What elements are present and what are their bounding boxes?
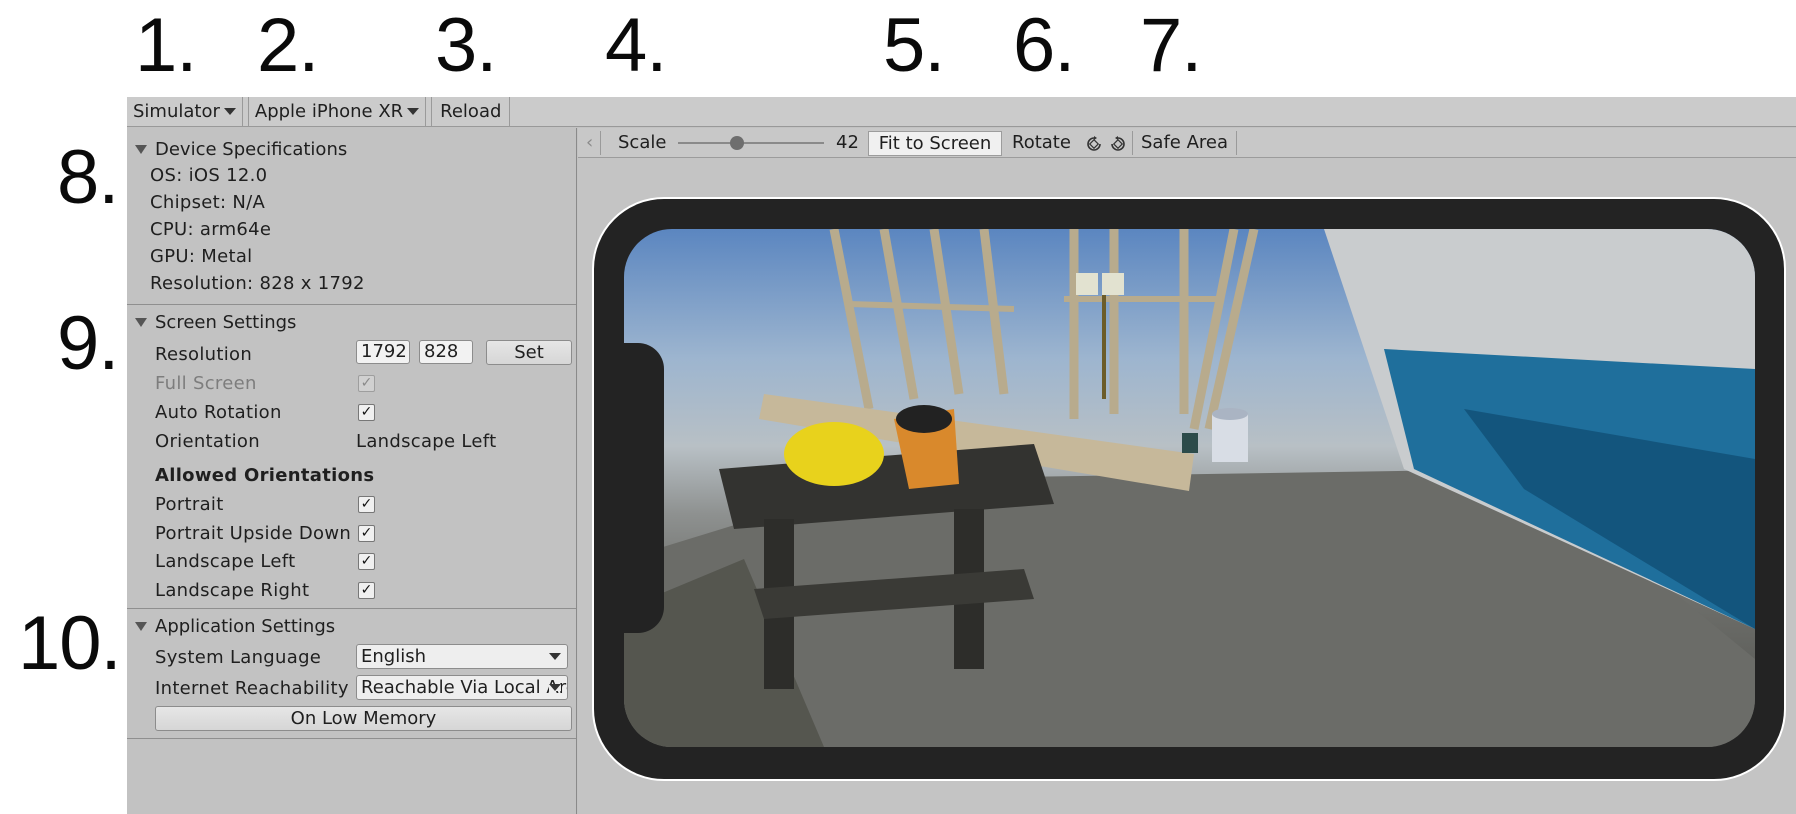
device-dropdown[interactable]: Apple iPhone XR — [247, 96, 427, 127]
resolution-height-field[interactable]: 828 — [419, 340, 473, 364]
simulator-toolbar: Simulator Apple iPhone XR Reload — [127, 96, 1796, 127]
orientation-value: Landscape Left — [356, 431, 497, 452]
on-low-memory-button[interactable]: On Low Memory — [155, 706, 572, 731]
scale-value: 42 — [836, 132, 859, 153]
spec-cpu: CPU: arm64e — [150, 219, 272, 240]
safe-area-toggle[interactable]: Safe Area — [1141, 128, 1228, 158]
application-settings-foldout[interactable]: Application Settings — [135, 616, 335, 637]
full-screen-checkbox: ✓ — [358, 375, 375, 392]
spec-os: OS: iOS 12.0 — [150, 165, 268, 186]
section-divider — [127, 738, 576, 739]
section-divider — [127, 608, 576, 609]
internet-reachability-label: Internet Reachability — [155, 678, 349, 699]
system-language-label: System Language — [155, 647, 322, 668]
portrait-label: Portrait — [155, 494, 224, 515]
auto-rotation-checkbox[interactable]: ✓ — [358, 404, 375, 421]
chevron-down-icon — [223, 108, 236, 115]
spec-gpu: GPU: Metal — [150, 246, 253, 267]
resolution-label: Resolution — [155, 344, 253, 365]
fit-to-screen-button[interactable]: Fit to Screen — [868, 131, 1002, 156]
allowed-orientations-label: Allowed Orientations — [155, 465, 375, 486]
game-scene-image — [624, 229, 1755, 747]
section-divider — [127, 304, 576, 305]
orientation-label: Orientation — [155, 431, 260, 452]
set-resolution-button[interactable]: Set — [486, 340, 572, 365]
reload-button[interactable]: Reload — [431, 96, 511, 127]
callout-8: 8. — [57, 135, 119, 220]
collapse-panel-icon[interactable]: ‹ — [586, 128, 593, 158]
internet-reachability-value: Reachable Via Local Area Network — [361, 677, 567, 698]
portrait-upside-down-checkbox[interactable]: ✓ — [358, 525, 375, 542]
reload-button-label: Reload — [440, 101, 502, 122]
internet-reachability-dropdown[interactable]: Reachable Via Local Area Network — [356, 675, 568, 700]
toolbar-divider — [1132, 131, 1133, 155]
viewport-toolbar: ‹ Scale 42 Fit to Screen Rotate Safe Are… — [578, 128, 1796, 158]
chevron-down-icon — [549, 653, 561, 660]
callout-4: 4. — [605, 3, 667, 88]
simulator-dropdown-label: Simulator — [133, 101, 220, 122]
rotate-right-icon[interactable] — [1109, 135, 1127, 153]
portrait-checkbox[interactable]: ✓ — [358, 496, 375, 513]
screen-settings-foldout[interactable]: Screen Settings — [135, 312, 296, 333]
screen-settings-header: Screen Settings — [155, 312, 297, 333]
settings-panel: Device Specifications OS: iOS 12.0 Chips… — [127, 128, 577, 814]
foldout-triangle-icon — [135, 145, 147, 154]
foldout-triangle-icon — [135, 622, 147, 631]
system-language-dropdown[interactable]: English — [356, 644, 568, 669]
scale-label: Scale — [618, 132, 667, 153]
scale-slider-track[interactable] — [678, 142, 824, 144]
rotate-label: Rotate — [1012, 132, 1071, 153]
game-view-screen[interactable] — [624, 229, 1755, 747]
callout-2: 2. — [257, 3, 319, 88]
spec-chipset: Chipset: N/A — [150, 192, 266, 213]
device-notch — [624, 343, 664, 633]
toolbar-divider — [1236, 131, 1237, 155]
device-simulator-window: Simulator Apple iPhone XR Reload Device … — [127, 96, 1796, 814]
foldout-triangle-icon — [135, 318, 147, 327]
full-screen-label: Full Screen — [155, 373, 257, 394]
simulator-viewport: ‹ Scale 42 Fit to Screen Rotate Safe Are… — [578, 128, 1796, 814]
scale-slider-handle[interactable] — [730, 136, 744, 150]
callout-7: 7. — [1140, 3, 1202, 88]
chevron-down-icon — [549, 684, 561, 691]
callout-10: 10. — [18, 601, 122, 686]
callout-6: 6. — [1013, 3, 1075, 88]
resolution-width-field[interactable]: 1792 — [356, 340, 410, 364]
toolbar-divider — [600, 131, 601, 155]
rotate-left-icon[interactable] — [1085, 135, 1103, 153]
system-language-value: English — [361, 646, 426, 667]
simulator-dropdown[interactable]: Simulator — [127, 96, 243, 127]
landscape-right-label: Landscape Right — [155, 580, 310, 601]
device-frame — [592, 197, 1786, 781]
application-settings-header: Application Settings — [155, 616, 336, 637]
callout-5: 5. — [883, 3, 945, 88]
auto-rotation-label: Auto Rotation — [155, 402, 282, 423]
callout-1: 1. — [135, 3, 197, 88]
device-specifications-header: Device Specifications — [155, 139, 348, 160]
portrait-upside-down-label: Portrait Upside Down — [155, 523, 352, 544]
device-specifications-foldout[interactable]: Device Specifications — [135, 139, 347, 160]
landscape-right-checkbox[interactable]: ✓ — [358, 582, 375, 599]
landscape-left-label: Landscape Left — [155, 551, 296, 572]
spec-resolution: Resolution: 828 x 1792 — [150, 273, 365, 294]
chevron-down-icon — [407, 108, 420, 115]
callout-9: 9. — [57, 301, 119, 386]
landscape-left-checkbox[interactable]: ✓ — [358, 553, 375, 570]
callout-3: 3. — [435, 3, 497, 88]
device-dropdown-label: Apple iPhone XR — [254, 101, 404, 122]
